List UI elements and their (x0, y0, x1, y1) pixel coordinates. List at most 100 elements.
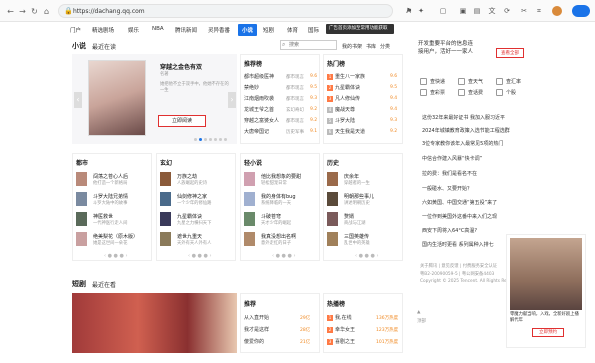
nav-item-ent[interactable]: 娱乐 (128, 26, 139, 34)
drama-hot-item[interactable]: 2 幸华女王 (327, 326, 355, 333)
section-subtitle[interactable]: 最近在读 (92, 42, 116, 51)
footer-links[interactable]: 关于腾讯 | 意见反馈 | 付费服务安全认证 (420, 263, 497, 269)
book-cover[interactable] (160, 232, 171, 246)
nav-item-nba[interactable]: NBA (152, 26, 164, 32)
hot-item[interactable]: 5 斗罗大陆 (327, 117, 355, 124)
book-title[interactable]: 我真没想出名啊 (261, 233, 296, 240)
link-bookshelf[interactable]: 我的书架 (342, 43, 362, 50)
crop-icon[interactable]: ⌗ (534, 6, 544, 16)
book-title[interactable]: 斗罗大陆兄弟情 (93, 193, 128, 200)
book-cover[interactable] (160, 192, 171, 206)
link-library[interactable]: 书库 (366, 43, 376, 50)
search-input[interactable] (281, 41, 336, 49)
back-icon[interactable]: ← (6, 7, 15, 16)
pager[interactable]: ‹ ● ● ● › (272, 253, 295, 259)
book-cover[interactable] (327, 232, 338, 246)
carousel-dot[interactable] (209, 138, 212, 141)
hot-item[interactable]: 4 魔战天尊 (327, 106, 355, 113)
read-now-button[interactable]: 立即阅读 (158, 115, 206, 127)
news-item[interactable]: 一位作到美国外这番中来入们之现 (422, 213, 497, 220)
book-cover[interactable] (244, 232, 255, 246)
forward-icon[interactable]: → (18, 7, 27, 16)
address-bar[interactable]: 🔒 https://dachang.qq.com A (58, 4, 411, 18)
book-title[interactable]: 九星霸体诀 (177, 213, 202, 220)
pager[interactable]: ‹ ● ● ● › (104, 253, 127, 259)
book-title[interactable]: 闯荡之苍心人后 (93, 173, 128, 180)
compass-icon[interactable]: ✦ (416, 6, 426, 16)
refresh-icon[interactable]: ⟳ (502, 6, 512, 16)
carousel-prev-arrow[interactable]: ‹ (74, 92, 82, 108)
home-icon[interactable]: ⌂ (42, 7, 51, 16)
tool-exchange[interactable]: 查汇率 (496, 78, 521, 85)
book-cover[interactable] (76, 232, 87, 246)
reading-list-icon[interactable]: ▤ (472, 6, 482, 16)
tool-phone-bill[interactable]: 查话费 (458, 89, 483, 96)
nav-item-spooky[interactable]: 灵异香番 (208, 26, 230, 34)
rank-item[interactable]: 大唐帝国记 (244, 128, 318, 135)
book-title[interactable]: 三国英雄传 (344, 233, 369, 240)
book-title[interactable]: 仙剑修神之家 (177, 193, 207, 200)
hot-item[interactable]: 3 凡人修仙传 (327, 95, 360, 102)
book-cover[interactable] (327, 172, 338, 186)
back-to-top-label[interactable]: 顶部 (417, 318, 426, 324)
nav-item-novel[interactable]: 小说 (238, 24, 258, 36)
carousel-dot-active[interactable] (199, 138, 202, 141)
carousel-dot[interactable] (224, 138, 227, 141)
rank-item[interactable]: 穿越之富婆女人 (244, 117, 318, 124)
carousel-dot[interactable] (194, 138, 197, 141)
book-title[interactable]: 明朝那些事儿 (344, 193, 374, 200)
book-cover[interactable] (244, 192, 255, 206)
news-item[interactable]: 中信合作建入风暴“快卡调” (422, 155, 482, 162)
drama-rank-item[interactable]: 傻爱你的 (244, 338, 264, 345)
carousel-dot[interactable] (214, 138, 217, 141)
news-item[interactable]: 六如黄国、中国交通“第五役”来了 (422, 199, 497, 206)
book-title[interactable]: 斗破苍穹 (261, 213, 281, 220)
book-cover[interactable] (327, 192, 338, 206)
scissors-icon[interactable]: ✂ (519, 6, 529, 16)
news-item[interactable]: 西安下周将入64°C高温? (422, 227, 477, 234)
pager[interactable]: ‹ ● ● ● › (355, 253, 378, 259)
book-cover[interactable] (244, 212, 255, 226)
hot-item[interactable]: 6 天生我是天道 (327, 128, 365, 135)
hot-item[interactable]: 2 九星霸体诀 (327, 84, 360, 91)
news-item[interactable]: 2024年城镇教育政策入选节能工程选群 (422, 127, 510, 134)
drama-rank-item[interactable]: 我才是这样 (244, 326, 269, 333)
book-cover[interactable] (327, 212, 338, 226)
ad-image[interactable] (510, 238, 582, 310)
nav-item-short-drama[interactable]: 短剧 (263, 26, 274, 34)
tool-express[interactable]: 查快递 (420, 78, 445, 85)
news-item[interactable]: 拉的费：我们是看名不在 (422, 170, 477, 177)
drama-banner[interactable] (72, 293, 237, 353)
rank-item[interactable]: 都市超级医神 (244, 73, 318, 80)
book-title[interactable]: 我的身体有bug (261, 193, 296, 200)
tool-stock[interactable]: 个股 (496, 89, 516, 96)
link-category[interactable]: 分类 (380, 43, 390, 50)
book-cover[interactable] (76, 192, 87, 206)
pager[interactable]: ‹ ● ● ● › (188, 253, 211, 259)
book-cover[interactable] (88, 60, 146, 136)
book-title[interactable]: 遮世九重天 (177, 233, 202, 240)
book-title[interactable]: 神医救世 (93, 213, 113, 220)
rank-item[interactable]: 禁绝妙 (244, 84, 318, 91)
news-item[interactable]: 3位专家教你该年入最常见5项的热门 (422, 140, 503, 147)
wallet-icon[interactable]: ▣ (458, 6, 468, 16)
rank-item[interactable]: 江南烟雨吹袭 (244, 95, 318, 102)
nav-item-news[interactable]: 腾讯新闻 (175, 26, 197, 34)
drama-hot-item[interactable]: 3 喜剧之王 (327, 338, 355, 345)
book-cover[interactable] (76, 172, 87, 186)
avatar-icon[interactable] (552, 6, 562, 16)
sidebar-promo-text[interactable]: 开发重要平台的信息连接用户，活好一一家人 (418, 40, 476, 70)
back-to-top-icon[interactable]: ▲ (417, 310, 420, 315)
extension-icon[interactable]: ▢ (438, 6, 448, 16)
news-item[interactable]: 一般碰水、又要开始？ (422, 185, 472, 192)
featured-title[interactable]: 穿越之金色有双 (160, 62, 202, 71)
tool-weather[interactable]: 查天气 (458, 78, 483, 85)
carousel-dot[interactable] (219, 138, 222, 141)
reload-icon[interactable]: ↻ (30, 7, 39, 16)
section-subtitle-drama[interactable]: 最近在看 (92, 280, 116, 289)
book-title[interactable]: 庆余年 (344, 173, 359, 180)
book-title[interactable]: 赘婿 (344, 213, 354, 220)
cloud-icon[interactable] (572, 5, 590, 17)
carousel-dot[interactable] (204, 138, 207, 141)
novel-search[interactable]: ⌕ (280, 40, 337, 50)
